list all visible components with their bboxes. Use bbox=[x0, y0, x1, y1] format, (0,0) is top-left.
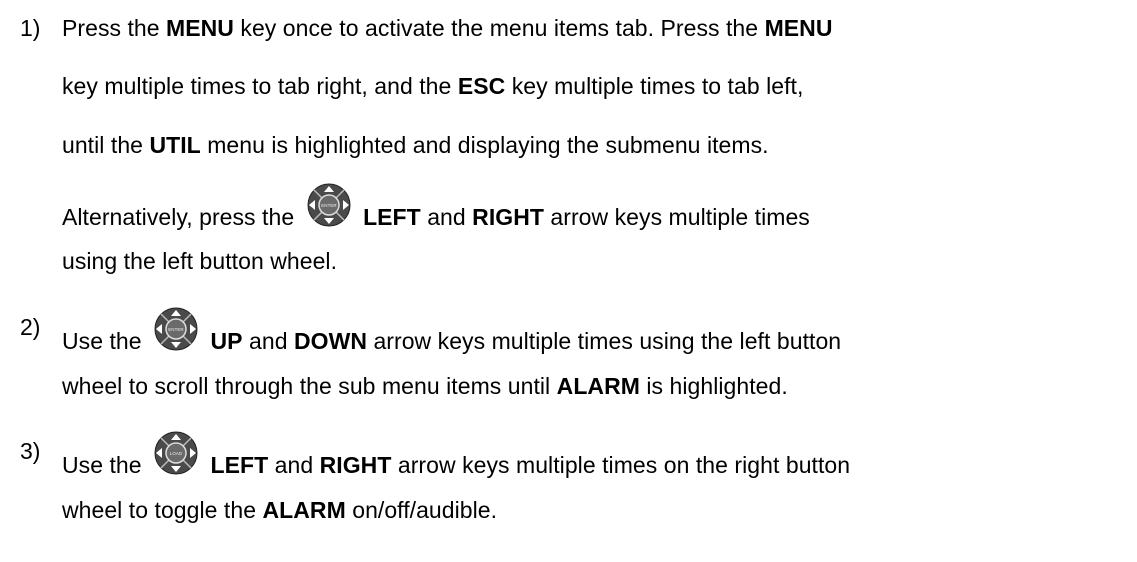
text-run: is highlighted. bbox=[639, 373, 788, 399]
step-text-line: Use the ENTER UP and DOWN arrow keys mul… bbox=[62, 307, 842, 357]
text-run: and bbox=[268, 452, 320, 478]
svg-text:LOAD: LOAD bbox=[170, 451, 183, 456]
key-name: RIGHT bbox=[472, 204, 544, 230]
key-name: MENU bbox=[764, 15, 833, 41]
text-run: and bbox=[420, 204, 473, 230]
step-number: 3) bbox=[20, 438, 41, 464]
text-run: Press the bbox=[62, 15, 167, 41]
key-name: ALARM bbox=[262, 497, 346, 523]
step-number: 1) bbox=[20, 15, 41, 41]
key-name: LEFT bbox=[363, 204, 421, 230]
key-name: UTIL bbox=[149, 132, 201, 158]
text-run: menu is highlighted and displaying the s… bbox=[200, 132, 769, 158]
step-text-line: Use the LOAD LEFT and RIGHT arrow keys m… bbox=[62, 431, 851, 481]
key-name: RIGHT bbox=[319, 452, 392, 478]
text-run: key multiple times to tab left, bbox=[505, 73, 804, 99]
step-text-line: key multiple times to tab right, and the… bbox=[62, 72, 803, 100]
text-run: arrow keys multiple times bbox=[543, 204, 810, 230]
text-run: until the bbox=[62, 132, 150, 158]
text-run: Alternatively, press the bbox=[62, 204, 301, 230]
key-name: DOWN bbox=[293, 328, 368, 354]
instruction-document: 1) Press the MENU key once to activate th… bbox=[0, 0, 1137, 562]
text-run: and bbox=[242, 328, 294, 354]
svg-text:ENTER: ENTER bbox=[321, 203, 337, 208]
text-run: Use the bbox=[62, 328, 149, 354]
key-name: MENU bbox=[166, 15, 234, 41]
step-text-line: until the UTIL menu is highlighted and d… bbox=[62, 131, 769, 159]
text-run: wheel to scroll through the sub menu ite… bbox=[62, 373, 557, 399]
text-run: arrow keys multiple times using the left… bbox=[367, 328, 842, 354]
key-name: LEFT bbox=[210, 452, 269, 478]
key-name: ALARM bbox=[556, 373, 640, 399]
step-text-line: wheel to scroll through the sub menu ite… bbox=[62, 372, 788, 400]
text-run: key once to activate the menu items tab.… bbox=[233, 15, 765, 41]
right-wheel-icon: LOAD bbox=[152, 431, 200, 475]
step-text-line: Alternatively, press the ENTER LEFT and … bbox=[62, 183, 810, 233]
text-run: on/off/audible. bbox=[345, 497, 498, 523]
svg-text:ENTER: ENTER bbox=[168, 327, 184, 332]
text-run: using the left button wheel. bbox=[62, 248, 338, 274]
key-name: UP bbox=[210, 328, 243, 354]
step-text-line: wheel to toggle the ALARM on/off/audible… bbox=[62, 496, 497, 524]
text-run: key multiple times to tab right, and the bbox=[62, 73, 458, 99]
step-text-line: using the left button wheel. bbox=[62, 247, 337, 275]
step-text-line: Press the MENU key once to activate the … bbox=[62, 14, 832, 42]
text-run: arrow keys multiple times on the right b… bbox=[391, 452, 851, 478]
text-run: wheel to toggle the bbox=[62, 497, 263, 523]
enter-wheel-icon: ENTER bbox=[305, 183, 353, 227]
step-number: 2) bbox=[20, 314, 41, 340]
enter-wheel-icon: ENTER bbox=[152, 307, 200, 351]
text-run: Use the bbox=[62, 452, 149, 478]
key-name: ESC bbox=[457, 73, 506, 99]
